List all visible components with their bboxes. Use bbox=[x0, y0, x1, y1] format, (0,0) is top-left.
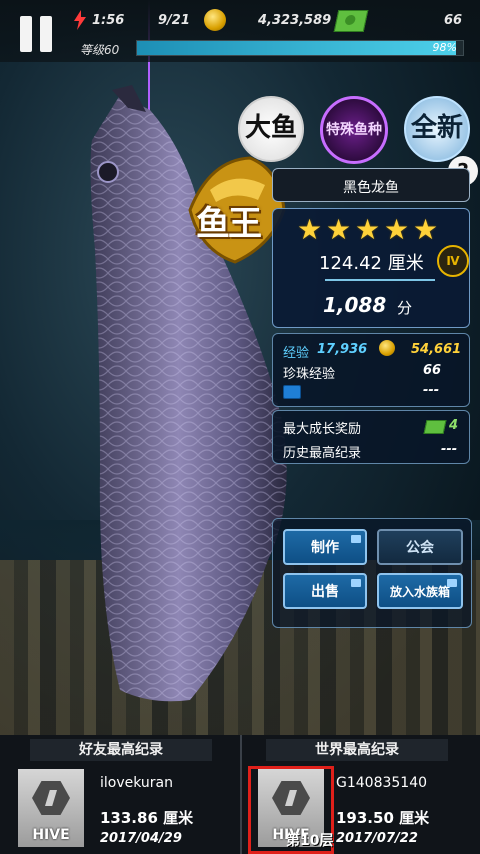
gold-coin-icon bbox=[204, 9, 226, 31]
energy-bolt-icon bbox=[74, 10, 86, 30]
world-record-name: G140835140 bbox=[336, 775, 428, 791]
history-record-value: --- bbox=[441, 442, 458, 457]
action-buttons: 制作 公会 出售 放入水族箱 bbox=[272, 518, 472, 628]
star-icon: ★ bbox=[297, 213, 323, 246]
friend-avatar[interactable]: HIVE bbox=[18, 769, 84, 847]
fish-title-panel: 黑色龙鱼 bbox=[272, 168, 470, 202]
all-new-label: 全新 bbox=[410, 113, 463, 144]
friend-record-name: ilovekuran bbox=[100, 775, 174, 791]
pause-icon bbox=[20, 16, 32, 52]
pearl-xp-label: 珍珠经验 bbox=[283, 367, 336, 382]
xp-progress-fill bbox=[137, 41, 457, 55]
xp-percent: 98% bbox=[432, 41, 457, 54]
top-hud: 1:56 9/21 4,323,589 66 等级60 98% bbox=[0, 0, 480, 62]
world-record-length: 193.50 厘米 bbox=[336, 809, 430, 827]
special-species-label: 特殊鱼种 bbox=[326, 121, 382, 138]
star-icon: ★ bbox=[413, 213, 439, 246]
energy-timer: 1:56 bbox=[92, 13, 125, 28]
all-new-filter[interactable]: 全新 bbox=[404, 96, 470, 162]
friend-record-length: 133.86 厘米 bbox=[100, 809, 194, 827]
blue-item-value: --- bbox=[423, 383, 440, 398]
cash-balance: 66 bbox=[444, 13, 463, 28]
records-divider bbox=[240, 735, 242, 854]
player-level: 等级60 bbox=[80, 43, 120, 57]
grade-badge-icon: Ⅳ bbox=[437, 245, 469, 277]
blue-item-icon bbox=[283, 385, 301, 399]
sell-button[interactable]: 出售 bbox=[283, 573, 367, 609]
records-bar: 好友最高纪录 世界最高纪录 HIVE ilovekuran 133.86 厘米 … bbox=[0, 735, 480, 854]
cash-icon bbox=[423, 420, 447, 434]
coin-reward: 54,661 bbox=[411, 342, 462, 357]
aquarium-button[interactable]: 放入水族箱 bbox=[377, 573, 463, 609]
reward-panel: 经验 17,936 54,661 珍珠经验 66 --- bbox=[272, 333, 470, 407]
big-fish-label: 大鱼 bbox=[244, 113, 297, 144]
catch-counter: 9/21 bbox=[158, 13, 190, 28]
star-icon: ★ bbox=[384, 213, 410, 246]
history-record-label: 历史最高纪录 bbox=[283, 446, 362, 461]
star-icon: ★ bbox=[326, 213, 352, 246]
pearl-xp-value: 66 bbox=[423, 363, 442, 378]
growth-panel: 最大成长奖励 4 历史最高纪录 --- bbox=[272, 410, 470, 464]
max-growth-value: 4 bbox=[449, 418, 459, 433]
xp-progress-bar: 98% bbox=[136, 40, 464, 56]
fish-king-label: 鱼王 bbox=[196, 204, 262, 244]
coin-icon bbox=[379, 340, 395, 356]
xp-label: 经验 bbox=[283, 346, 310, 361]
score-unit: 分 bbox=[397, 299, 413, 317]
craft-label: 制作 bbox=[311, 540, 339, 556]
cash-icon bbox=[333, 10, 369, 32]
fish-length: 124.42 厘米 bbox=[319, 253, 424, 274]
sell-icon bbox=[351, 579, 361, 587]
fish-name: 黑色龙鱼 bbox=[343, 180, 399, 196]
fish-size-panel: ★ ★ ★ ★ ★ 124.42 厘米 Ⅳ 1,088 分 bbox=[272, 208, 470, 328]
sell-label: 出售 bbox=[311, 584, 339, 600]
max-growth-label: 最大成长奖励 bbox=[283, 422, 362, 437]
floor-badge: 第10层 bbox=[286, 833, 334, 849]
guild-button[interactable]: 公会 bbox=[377, 529, 463, 565]
coin-balance: 4,323,589 bbox=[258, 13, 332, 28]
star-icon: ★ bbox=[355, 213, 381, 246]
craft-icon bbox=[351, 535, 361, 543]
fish-score: 1,088 bbox=[323, 293, 387, 317]
pause-button[interactable] bbox=[18, 14, 56, 54]
aquarium-label: 放入水族箱 bbox=[389, 584, 450, 599]
friend-record-title: 好友最高纪录 bbox=[30, 739, 212, 761]
special-species-filter[interactable]: 特殊鱼种 bbox=[320, 96, 388, 164]
pause-bar bbox=[40, 16, 52, 52]
world-record-title: 世界最高纪录 bbox=[266, 739, 448, 761]
friend-avatar-logo: HIVE bbox=[32, 827, 70, 843]
guild-label: 公会 bbox=[406, 540, 434, 556]
xp-value: 17,936 bbox=[317, 342, 368, 357]
craft-button[interactable]: 制作 bbox=[283, 529, 367, 565]
divider bbox=[325, 279, 435, 281]
aquarium-icon bbox=[447, 579, 457, 587]
hive-logo-icon bbox=[32, 781, 70, 815]
friend-record-date: 2017/04/29 bbox=[100, 831, 182, 846]
world-record-date: 2017/07/22 bbox=[336, 831, 418, 846]
